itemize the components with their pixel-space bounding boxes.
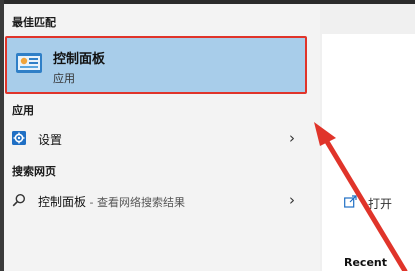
best-match-subtitle: 应用 [53,72,75,85]
best-match-control-panel[interactable]: 控制面板 应用 [5,36,307,94]
best-match-header: 最佳匹配 [12,16,56,29]
web-search-header: 搜索网页 [12,165,56,178]
recent-header: Recent [344,256,388,269]
control-panel-icon [16,53,42,73]
app-result-settings[interactable]: 设置 › [4,126,307,152]
web-search-result[interactable]: 控制面板 - 查看网络搜索结果 › [4,188,307,214]
chevron-right-icon[interactable]: › [289,129,295,147]
settings-gear-icon [12,131,26,145]
open-icon [344,195,357,208]
best-match-title: 控制面板 [53,52,106,67]
preview-pane [322,4,415,271]
open-label: 打开 [368,197,393,211]
preview-pane-header [322,4,415,34]
web-search-query: 控制面板 [38,195,87,209]
web-search-suffix: - 查看网络搜索结果 [86,196,185,209]
search-icon [12,193,26,207]
web-search-label: 控制面板 - 查看网络搜索结果 [38,193,185,210]
chevron-right-icon[interactable]: › [289,191,295,209]
app-result-label: 设置 [38,133,63,147]
open-button[interactable]: 打开 [340,192,410,216]
apps-header: 应用 [12,104,34,117]
